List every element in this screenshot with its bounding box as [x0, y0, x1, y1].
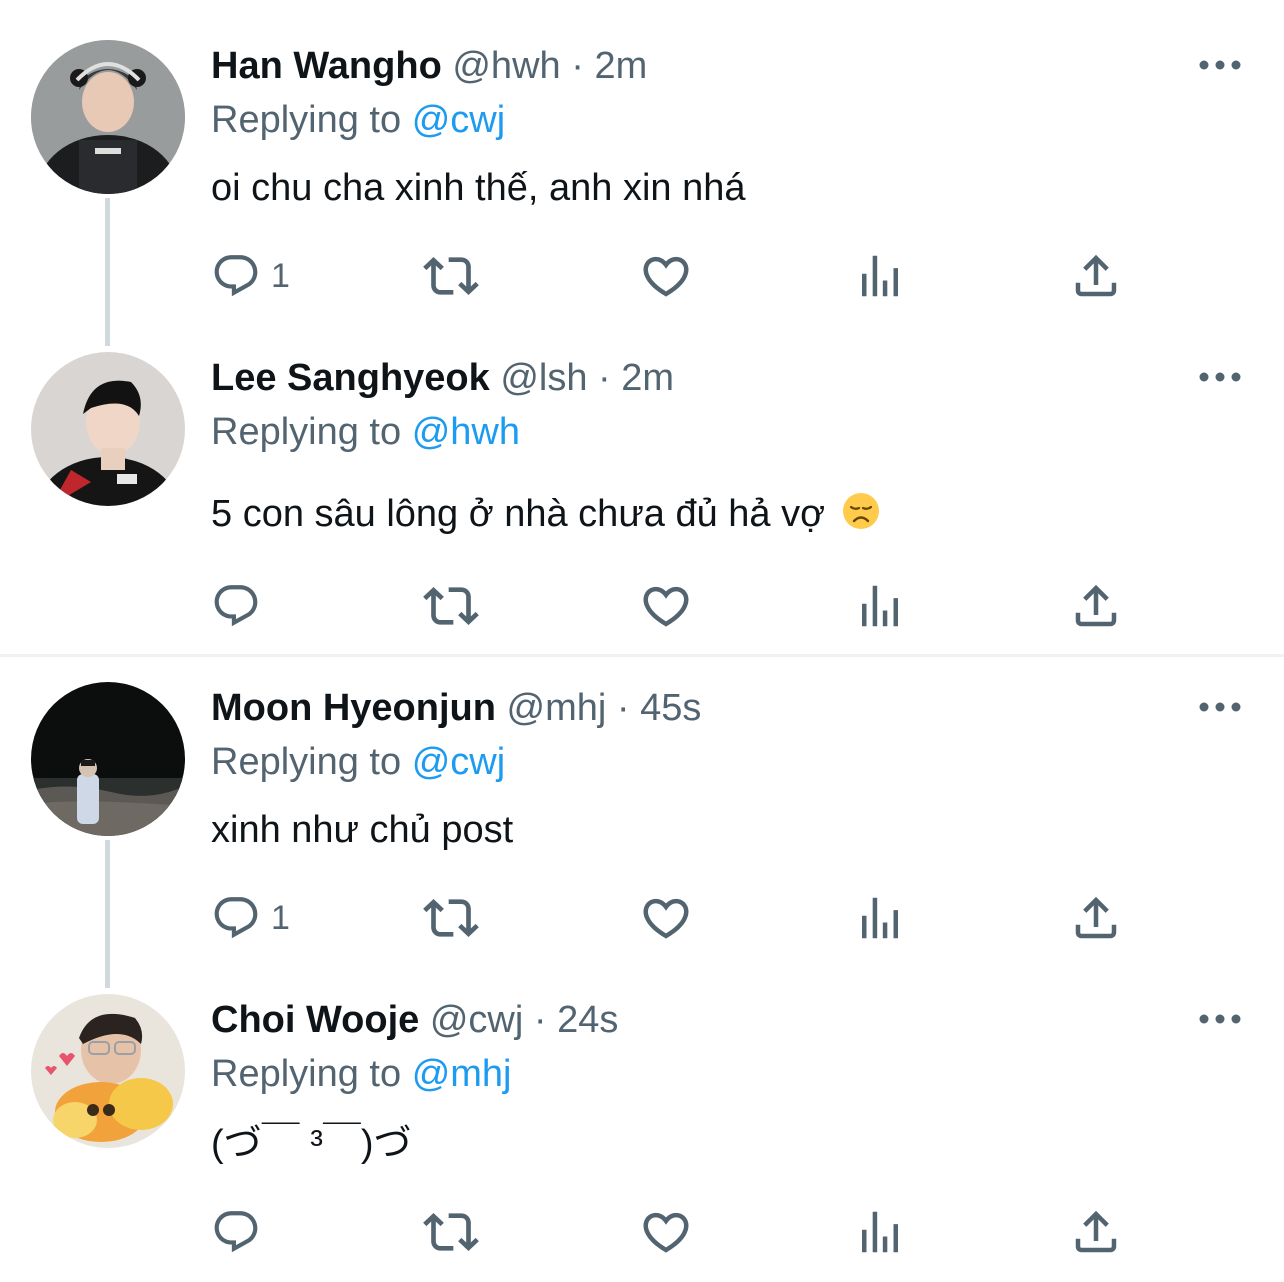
mention-link[interactable]: @mhj	[412, 1053, 512, 1095]
user-handle[interactable]: @hwh	[452, 45, 560, 87]
replying-label: Replying to	[211, 411, 402, 453]
replying-label: Replying to	[211, 99, 402, 141]
avatar[interactable]	[31, 682, 185, 836]
display-name[interactable]: Choi Wooje	[211, 999, 419, 1041]
more-icon[interactable]	[1196, 362, 1244, 392]
replying-label: Replying to	[211, 741, 402, 783]
retweet-button[interactable]	[423, 1204, 479, 1260]
tweet-header: Moon Hyeonjun @mhj · 45s	[211, 684, 701, 732]
reply-button[interactable]: 1	[211, 248, 290, 304]
tweet-text: (づ￣ ³￣)づ	[211, 1123, 412, 1165]
reply-button[interactable]: 1	[211, 890, 290, 946]
heart-icon	[639, 579, 693, 633]
display-name[interactable]: Lee Sanghyeok	[211, 357, 490, 399]
separator-dot: ·	[598, 357, 611, 399]
retweet-icon	[423, 248, 479, 304]
heart-icon	[639, 1205, 693, 1259]
reply-button[interactable]	[211, 1204, 271, 1260]
separator-dot: ·	[571, 45, 584, 87]
reply-button[interactable]	[211, 578, 271, 634]
reply-count: 1	[271, 257, 290, 295]
user-handle[interactable]: @mhj	[507, 687, 607, 729]
views-button[interactable]	[853, 1204, 907, 1260]
tweet-text: xinh như chủ post	[211, 809, 514, 851]
more-icon[interactable]	[1196, 692, 1244, 722]
like-button[interactable]	[639, 578, 693, 634]
reply-count: 1	[271, 899, 290, 937]
views-icon	[853, 249, 907, 303]
replying-to: Replying to @cwj	[211, 96, 505, 144]
heart-icon	[639, 891, 693, 945]
separator-dot: ·	[533, 999, 547, 1041]
display-name[interactable]: Han Wangho	[211, 45, 442, 87]
share-button[interactable]	[1069, 578, 1123, 634]
avatar[interactable]	[31, 352, 185, 506]
replying-to: Replying to @mhj	[211, 1050, 512, 1098]
more-icon[interactable]	[1196, 1004, 1244, 1034]
user-handle[interactable]: @lsh	[500, 357, 587, 399]
share-icon	[1069, 249, 1123, 303]
tweet-header: Choi Wooje @cwj · 24s	[211, 996, 618, 1044]
mention-link[interactable]: @cwj	[412, 99, 505, 141]
retweet-icon	[423, 890, 479, 946]
reply-icon	[211, 893, 261, 943]
tweet-header: Lee Sanghyeok @lsh · 2m	[211, 354, 674, 402]
tweet[interactable]: Han Wangho @hwh · 2m Replying to @cwj oi…	[0, 0, 1284, 330]
share-button[interactable]	[1069, 248, 1123, 304]
tweet-header: Han Wangho @hwh · 2m	[211, 42, 647, 90]
tweet[interactable]: Lee Sanghyeok @lsh · 2m Replying to @hwh…	[0, 312, 1284, 652]
action-bar	[211, 1204, 1131, 1260]
more-icon[interactable]	[1196, 50, 1244, 80]
action-bar: 1	[211, 890, 1131, 946]
share-button[interactable]	[1069, 1204, 1123, 1260]
disappointed-face-icon	[842, 492, 880, 530]
timestamp[interactable]: 2m	[594, 45, 647, 87]
retweet-button[interactable]	[423, 890, 479, 946]
share-icon	[1069, 579, 1123, 633]
separator-dot: ·	[616, 687, 630, 729]
action-bar	[211, 578, 1131, 634]
views-icon	[853, 1205, 907, 1259]
timestamp[interactable]: 45s	[640, 687, 701, 729]
replying-to: Replying to @cwj	[211, 738, 505, 786]
views-button[interactable]	[853, 248, 907, 304]
avatar[interactable]	[31, 994, 185, 1148]
views-button[interactable]	[853, 578, 907, 634]
tweet[interactable]: Choi Wooje @cwj · 24s Replying to @mhj (…	[0, 954, 1284, 1282]
replying-to: Replying to @hwh	[211, 408, 520, 456]
share-icon	[1069, 1205, 1123, 1259]
tweet[interactable]: Moon Hyeonjun @mhj · 45s Replying to @cw…	[0, 642, 1284, 972]
like-button[interactable]	[639, 1204, 693, 1260]
retweet-icon	[423, 578, 479, 634]
like-button[interactable]	[639, 248, 693, 304]
mention-link[interactable]: @hwh	[412, 411, 520, 453]
display-name[interactable]: Moon Hyeonjun	[211, 687, 496, 729]
share-button[interactable]	[1069, 890, 1123, 946]
tweet-text: oi chu cha xinh thế, anh xin nhá	[211, 167, 746, 209]
views-icon	[853, 579, 907, 633]
replying-label: Replying to	[211, 1053, 402, 1095]
views-button[interactable]	[853, 890, 907, 946]
mention-link[interactable]: @cwj	[412, 741, 505, 783]
share-icon	[1069, 891, 1123, 945]
timestamp[interactable]: 24s	[557, 999, 618, 1041]
reply-icon	[211, 581, 261, 631]
retweet-button[interactable]	[423, 578, 479, 634]
reply-icon	[211, 251, 261, 301]
tweet-text-row: 5 con sâu lông ở nhà chưa đủ hả vợ	[211, 490, 880, 538]
action-bar: 1	[211, 248, 1131, 304]
user-handle[interactable]: @cwj	[430, 999, 523, 1041]
like-button[interactable]	[639, 890, 693, 946]
retweet-icon	[423, 1204, 479, 1260]
heart-icon	[639, 249, 693, 303]
avatar[interactable]	[31, 40, 185, 194]
tweet-text: 5 con sâu lông ở nhà chưa đủ hả vợ	[211, 493, 826, 535]
reply-icon	[211, 1207, 261, 1257]
views-icon	[853, 891, 907, 945]
timestamp[interactable]: 2m	[621, 357, 674, 399]
retweet-button[interactable]	[423, 248, 479, 304]
